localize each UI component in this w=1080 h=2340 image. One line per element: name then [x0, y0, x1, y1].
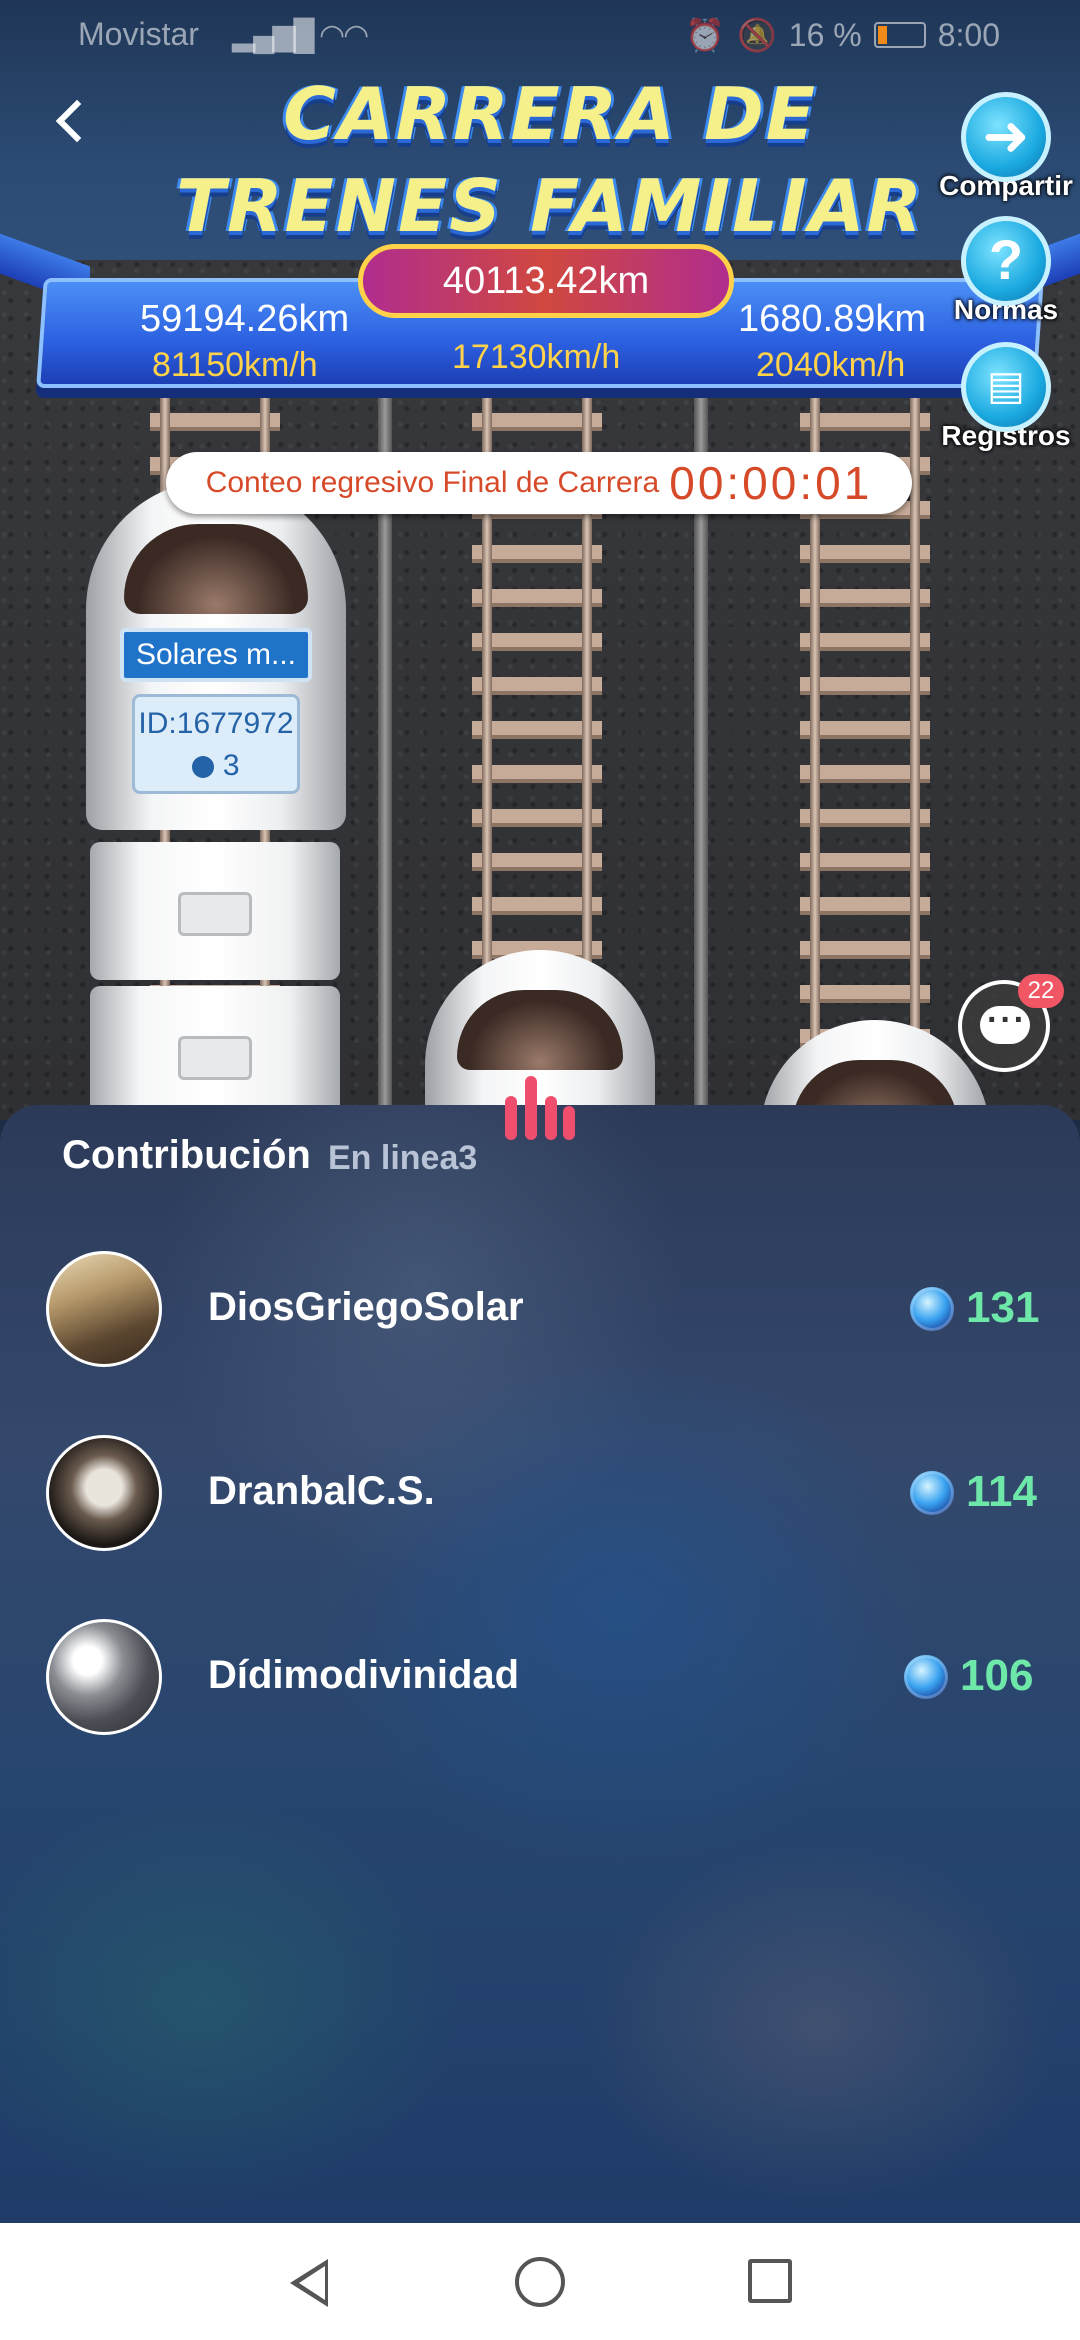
train-name: Solares m... [120, 628, 312, 682]
user-name: DranbalC.S. [208, 1469, 435, 1513]
total-distance-pill: 40113.42km [358, 244, 734, 318]
status-bar: Movistar ▂▄▆█ ◠◠ ⏰ 🔕 16 % 8:00 [0, 0, 1080, 72]
countdown-label: Conteo regresivo Final de Carrera [205, 466, 660, 499]
list-item[interactable]: DranbalC.S. 114 [0, 1435, 1080, 1555]
avatar[interactable] [46, 1619, 162, 1735]
left-speed: 81150km/h [152, 346, 318, 384]
user-score: 106 [960, 1651, 1034, 1700]
right-speed: 2040km/h [756, 346, 906, 384]
train-id: ID:1677972 [138, 707, 294, 740]
battery-icon [873, 22, 926, 48]
signal-wifi-icons: ▂▄▆█ ◠◠ [232, 19, 369, 52]
train-window [457, 990, 623, 1070]
list-icon: ▤ [961, 342, 1051, 432]
left-distance: 59194.26km [140, 298, 350, 340]
user-score: 114 [966, 1467, 1037, 1516]
records-button[interactable]: ▤ Registros [926, 342, 1080, 452]
title-line-2: TRENES FAMILIAR [176, 164, 924, 248]
question-icon: ? [961, 216, 1051, 306]
nav-back-icon[interactable] [290, 2259, 328, 2307]
train-member-count: 3 [222, 749, 240, 782]
list-item[interactable]: DiosGriegoSolar 131 [0, 1251, 1080, 1371]
contribution-title: Contribución [62, 1133, 311, 1177]
clock: 8:00 [937, 16, 1000, 53]
train-car [90, 986, 340, 1120]
gem-icon [910, 1471, 954, 1515]
contribution-sheet: Contribución En linea3 DiosGriegoSolar 1… [0, 1105, 1080, 2223]
train-window [124, 524, 308, 614]
train-id-panel: ID:1677972 3 [132, 694, 300, 794]
share-arrow-icon: ➜ [961, 92, 1051, 182]
carrier-name: Movistar [78, 16, 199, 52]
title-line-1: CARRERA DE [283, 72, 817, 156]
chat-unread-badge: 22 [1018, 974, 1064, 1008]
gem-icon [904, 1655, 948, 1699]
page-title: CARRERA DE TRENES FAMILIAR [150, 68, 950, 252]
sheet-drag-handle[interactable] [505, 1076, 575, 1140]
countdown-time: 00:00:01 [669, 457, 873, 509]
race-scene: Solares m... ID:1677972 3 59194.26km 811… [0, 0, 1080, 1120]
train-members: 3 [135, 745, 297, 787]
user-name: DiosGriegoSolar [208, 1285, 524, 1329]
race-countdown: Conteo regresivo Final de Carrera 00:00:… [166, 452, 912, 514]
right-distance: 1680.89km [738, 298, 927, 340]
gem-icon [910, 1287, 954, 1331]
user-name: Dídimodivinidad [208, 1653, 520, 1697]
center-speed: 17130km/h [452, 338, 621, 376]
avatar[interactable] [46, 1435, 162, 1551]
online-count: En linea3 [328, 1139, 478, 1177]
chat-dots: ··· [987, 1001, 1027, 1039]
user-score: 131 [966, 1283, 1040, 1332]
family-train[interactable]: Solares m... ID:1677972 3 [86, 480, 346, 830]
rules-button[interactable]: ? Normas [926, 216, 1080, 326]
train-car [90, 842, 340, 980]
back-button[interactable] [40, 92, 100, 152]
system-nav-bar [0, 2223, 1080, 2340]
status-right: ⏰ 🔕 16 % 8:00 [685, 16, 1000, 54]
battery-percent: 16 % [788, 16, 862, 53]
nav-recents-icon[interactable] [748, 2259, 792, 2303]
alarm-icon: ⏰ [685, 17, 725, 53]
nav-home-icon[interactable] [515, 2257, 565, 2307]
share-button[interactable]: ➜ Compartir [926, 92, 1080, 202]
user-icon [192, 756, 215, 779]
list-item[interactable]: Dídimodivinidad 106 [0, 1619, 1080, 1739]
bell-off-icon: 🔕 [736, 17, 777, 53]
avatar[interactable] [46, 1251, 162, 1367]
